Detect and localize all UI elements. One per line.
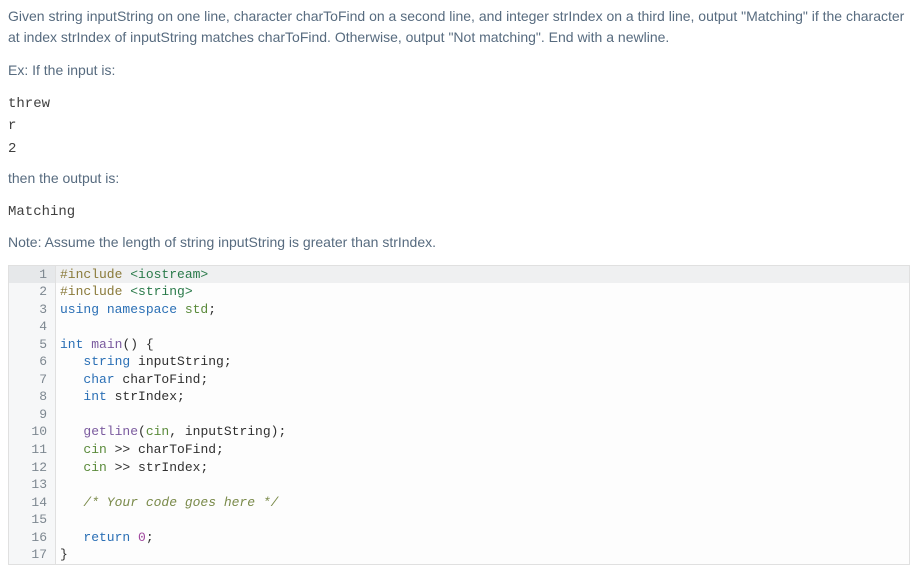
code-text[interactable] xyxy=(56,406,60,424)
code-text[interactable]: getline(cin, inputString); xyxy=(56,423,286,441)
code-text[interactable]: #include <iostream> xyxy=(56,266,208,284)
code-line[interactable]: 1#include <iostream> xyxy=(9,266,909,284)
code-line[interactable]: 16 return 0; xyxy=(9,529,909,547)
line-number: 1 xyxy=(9,266,56,284)
code-text[interactable]: return 0; xyxy=(56,529,154,547)
code-line[interactable]: 13 xyxy=(9,476,909,494)
code-text[interactable] xyxy=(56,318,60,336)
line-number: 10 xyxy=(9,423,56,441)
line-number: 17 xyxy=(9,546,56,564)
line-number: 2 xyxy=(9,283,56,301)
code-text[interactable]: char charToFind; xyxy=(56,371,208,389)
example-input-line1: threw xyxy=(8,96,50,112)
code-line[interactable]: 9 xyxy=(9,406,909,424)
code-text[interactable]: int main() { xyxy=(56,336,154,354)
code-text[interactable] xyxy=(56,476,60,494)
code-line[interactable]: 5int main() { xyxy=(9,336,909,354)
example-input-line3: 2 xyxy=(8,141,16,157)
line-number: 15 xyxy=(9,511,56,529)
code-line[interactable]: 8 int strIndex; xyxy=(9,388,909,406)
code-line[interactable]: 6 string inputString; xyxy=(9,353,909,371)
code-text[interactable]: } xyxy=(56,546,68,564)
code-text[interactable] xyxy=(56,511,60,529)
example-input-line2: r xyxy=(8,118,16,134)
example-input: threw r 2 xyxy=(8,93,910,160)
problem-description: Given string inputString on one line, ch… xyxy=(8,6,910,48)
code-text[interactable]: cin >> charToFind; xyxy=(56,441,224,459)
code-text[interactable]: string inputString; xyxy=(56,353,232,371)
example-mid: then the output is: xyxy=(8,168,910,189)
code-line[interactable]: 10 getline(cin, inputString); xyxy=(9,423,909,441)
code-line[interactable]: 11 cin >> charToFind; xyxy=(9,441,909,459)
line-number: 8 xyxy=(9,388,56,406)
code-text[interactable]: #include <string> xyxy=(56,283,193,301)
line-number: 5 xyxy=(9,336,56,354)
line-number: 11 xyxy=(9,441,56,459)
code-text[interactable]: using namespace std; xyxy=(56,301,216,319)
example-prefix: Ex: If the input is: xyxy=(8,60,910,81)
code-line[interactable]: 17} xyxy=(9,546,909,564)
line-number: 12 xyxy=(9,459,56,477)
line-number: 14 xyxy=(9,494,56,512)
code-text[interactable]: cin >> strIndex; xyxy=(56,459,208,477)
code-line[interactable]: 3using namespace std; xyxy=(9,301,909,319)
code-line[interactable]: 2#include <string> xyxy=(9,283,909,301)
line-number: 6 xyxy=(9,353,56,371)
line-number: 16 xyxy=(9,529,56,547)
line-number: 7 xyxy=(9,371,56,389)
line-number: 3 xyxy=(9,301,56,319)
problem-note: Note: Assume the length of string inputS… xyxy=(8,232,910,253)
code-line[interactable]: 14 /* Your code goes here */ xyxy=(9,494,909,512)
code-line[interactable]: 7 char charToFind; xyxy=(9,371,909,389)
line-number: 13 xyxy=(9,476,56,494)
code-editor[interactable]: 1#include <iostream>2#include <string>3u… xyxy=(8,265,910,565)
code-line[interactable]: 15 xyxy=(9,511,909,529)
code-text[interactable]: int strIndex; xyxy=(56,388,185,406)
document-root: Given string inputString on one line, ch… xyxy=(0,0,918,573)
code-text[interactable]: /* Your code goes here */ xyxy=(56,494,278,512)
code-line[interactable]: 12 cin >> strIndex; xyxy=(9,459,909,477)
example-output: Matching xyxy=(8,201,910,223)
code-line[interactable]: 4 xyxy=(9,318,909,336)
line-number: 4 xyxy=(9,318,56,336)
line-number: 9 xyxy=(9,406,56,424)
